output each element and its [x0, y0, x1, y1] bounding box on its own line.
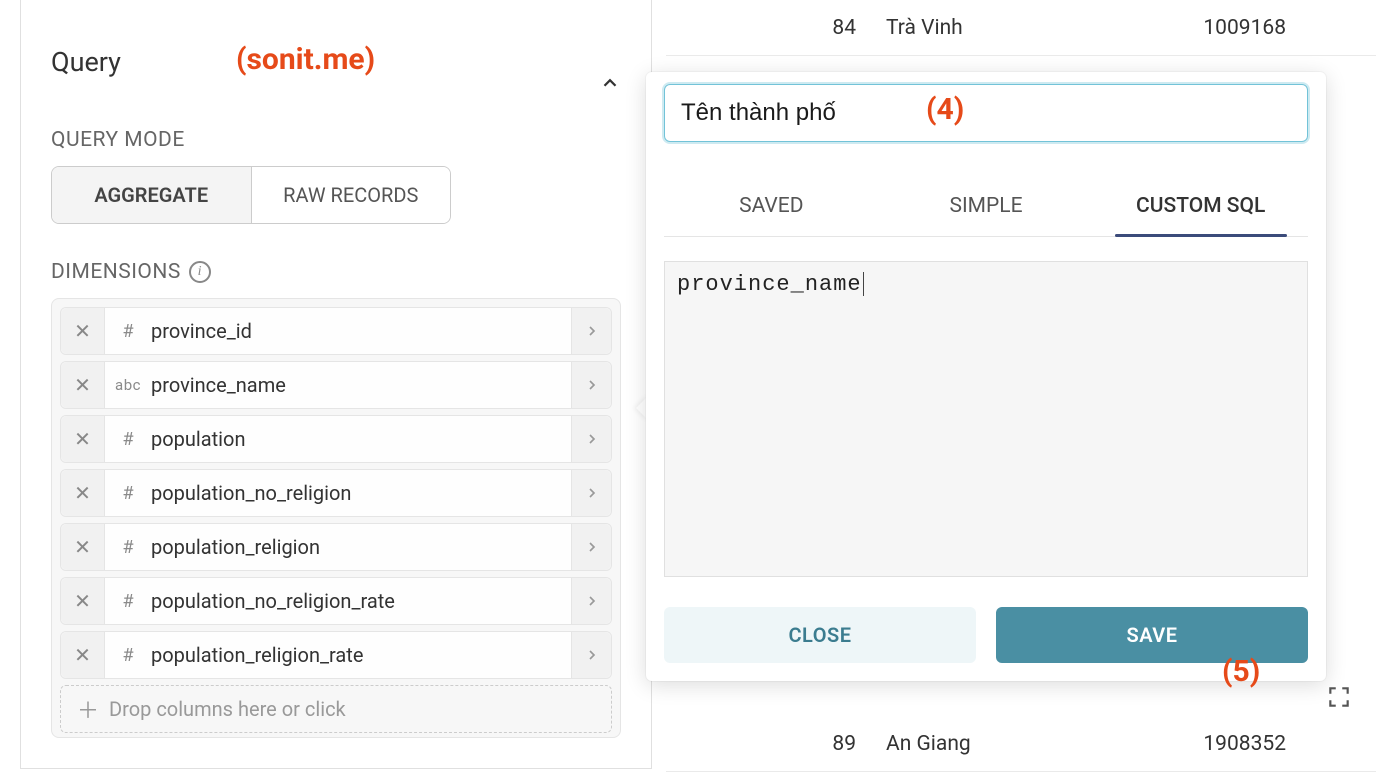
watermark-text: (sonit.me) [236, 42, 375, 77]
chevron-right-icon[interactable] [571, 416, 611, 462]
column-edit-popover: SAVED SIMPLE CUSTOM SQL province_name CL… [646, 72, 1326, 681]
remove-icon[interactable]: ✕ [61, 416, 105, 462]
dimension-name: population [151, 427, 571, 451]
table-row: 89 An Giang 1908352 [666, 716, 1376, 772]
dimension-name: population_religion_rate [151, 643, 571, 667]
chevron-right-icon[interactable] [571, 632, 611, 678]
remove-icon[interactable]: ✕ [61, 470, 105, 516]
dimension-item[interactable]: ✕ # population_no_religion [60, 469, 612, 517]
cell-id: 89 [666, 732, 886, 756]
cell-value: 1009168 [1136, 16, 1316, 40]
drop-hint-text: Drop columns here or click [109, 697, 346, 721]
type-number-icon: # [105, 321, 151, 342]
cell-id: 84 [666, 16, 886, 40]
custom-sql-editor[interactable]: province_name [664, 261, 1308, 577]
query-mode-label: QUERY MODE [21, 88, 651, 166]
chevron-right-icon[interactable] [571, 578, 611, 624]
chevron-right-icon[interactable] [571, 362, 611, 408]
remove-icon[interactable]: ✕ [61, 362, 105, 408]
type-number-icon: # [105, 483, 151, 504]
dimensions-list: ✕ # province_id ✕ abc province_name ✕ # … [51, 298, 621, 738]
dimension-item[interactable]: ✕ # province_id [60, 307, 612, 355]
cell-value: 1908352 [1136, 732, 1316, 756]
tab-custom-sql[interactable]: CUSTOM SQL [1093, 178, 1308, 236]
dimension-item[interactable]: ✕ # population_no_religion_rate [60, 577, 612, 625]
cell-name: Trà Vinh [886, 16, 1136, 40]
mode-raw-button[interactable]: RAW RECORDS [252, 167, 451, 223]
popover-tabs: SAVED SIMPLE CUSTOM SQL [664, 178, 1308, 237]
type-number-icon: # [105, 645, 151, 666]
dimension-name: population_no_religion [151, 481, 571, 505]
save-button[interactable]: SAVE [996, 607, 1308, 663]
dimension-item[interactable]: ✕ # population_religion [60, 523, 612, 571]
query-panel: Query QUERY MODE AGGREGATE RAW RECORDS D… [20, 0, 652, 769]
remove-icon[interactable]: ✕ [61, 578, 105, 624]
chevron-right-icon[interactable] [571, 308, 611, 354]
tab-simple[interactable]: SIMPLE [879, 178, 1094, 236]
text-caret-icon [863, 272, 864, 296]
dimension-name: population_no_religion_rate [151, 589, 571, 613]
type-number-icon: # [105, 429, 151, 450]
dimensions-label: DIMENSIONS i [21, 224, 651, 298]
type-number-icon: # [105, 537, 151, 558]
drop-columns-zone[interactable]: ＋ Drop columns here or click [60, 685, 612, 733]
query-section-label: Query [51, 46, 121, 78]
collapse-icon[interactable] [599, 72, 621, 98]
cell-name: An Giang [886, 732, 1136, 756]
remove-icon[interactable]: ✕ [61, 524, 105, 570]
dimension-item[interactable]: ✕ # population_religion_rate [60, 631, 612, 679]
chevron-right-icon[interactable] [571, 470, 611, 516]
dimension-item[interactable]: ✕ # population [60, 415, 612, 463]
tab-saved[interactable]: SAVED [664, 178, 879, 236]
mode-aggregate-button[interactable]: AGGREGATE [52, 167, 252, 223]
close-button[interactable]: CLOSE [664, 607, 976, 663]
type-number-icon: # [105, 591, 151, 612]
remove-icon[interactable]: ✕ [61, 308, 105, 354]
dimension-name: population_religion [151, 535, 571, 559]
chevron-right-icon[interactable] [571, 524, 611, 570]
column-label-input[interactable] [664, 84, 1308, 142]
expand-icon[interactable] [1326, 684, 1352, 714]
type-string-icon: abc [105, 376, 151, 394]
sql-text: province_name [677, 272, 862, 297]
dimension-name: province_name [151, 373, 571, 397]
dimension-name: province_id [151, 319, 571, 343]
plus-icon: ＋ [77, 693, 99, 725]
query-mode-toggle: AGGREGATE RAW RECORDS [51, 166, 451, 224]
remove-icon[interactable]: ✕ [61, 632, 105, 678]
info-icon[interactable]: i [189, 261, 211, 283]
dimension-item[interactable]: ✕ abc province_name [60, 361, 612, 409]
table-row: 84 Trà Vinh 1009168 [666, 0, 1376, 56]
